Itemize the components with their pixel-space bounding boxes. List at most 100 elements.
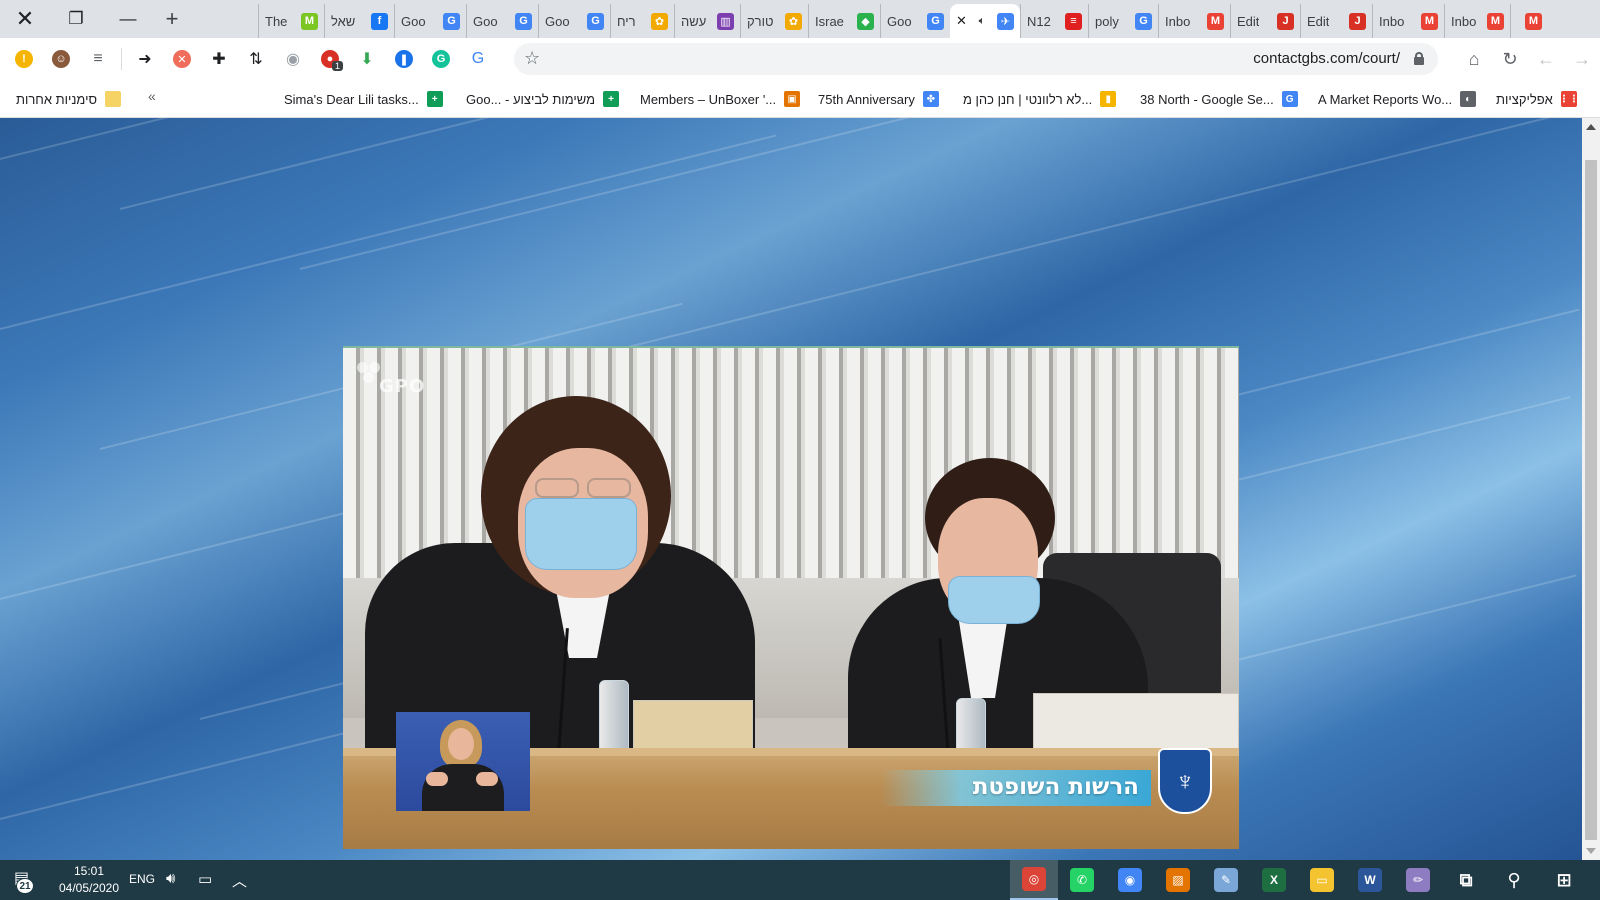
translate-extension-icon[interactable]: G: [460, 41, 496, 77]
chrome-icon: ◉: [1118, 868, 1142, 892]
start-app[interactable]: ⊞: [1540, 860, 1588, 900]
home-icon[interactable]: ⌂: [1456, 41, 1492, 77]
bookmark-item[interactable]: A Market Reports Wo... ◐: [1318, 88, 1477, 110]
tab[interactable]: Goo G: [466, 4, 538, 38]
whatsapp-app[interactable]: ✆: [1058, 860, 1106, 900]
tab[interactable]: Inbo M: [1158, 4, 1230, 38]
sort-extension-icon[interactable]: ⇅: [238, 41, 274, 77]
n12-icon: ≡: [1065, 12, 1082, 30]
scroll-down-arrow-icon[interactable]: [1586, 848, 1596, 854]
show-hidden-icons-chevron-icon[interactable]: ︿: [232, 870, 247, 891]
paint3d-app[interactable]: ✏: [1394, 860, 1442, 900]
bookmark-item[interactable]: 38 North - Google Se... G: [1140, 88, 1298, 110]
grammarly-icon[interactable]: G: [423, 41, 459, 77]
forward-arrow-icon[interactable]: →: [1564, 41, 1600, 77]
bookmarks-bar: סימניות אחרות « Sima's Dear Lili tasks..…: [0, 80, 1600, 118]
photos-app[interactable]: ▨: [1154, 860, 1202, 900]
apps-grid-icon: ⋮⋮: [1559, 91, 1579, 107]
warning-icon[interactable]: !: [6, 41, 42, 77]
page-scrollbar[interactable]: [1582, 118, 1600, 860]
bookmark-item[interactable]: 75th Anniversary ✤: [818, 88, 939, 110]
camera-extension-icon[interactable]: ◉: [275, 41, 311, 77]
court-video-player[interactable]: GPO הרשות השופטת ♆: [343, 346, 1239, 849]
bookmark-item[interactable]: אפליקציות ⋮⋮: [1496, 88, 1579, 110]
bookmarks-overflow-chevron-icon[interactable]: «: [148, 88, 156, 104]
tab-title: Inbo: [1165, 13, 1191, 29]
input-language[interactable]: ENG: [129, 872, 155, 886]
tab[interactable]: Edit J: [1300, 4, 1372, 38]
bookmark-extension-icon[interactable]: ❚: [386, 41, 422, 77]
tab[interactable]: Goo G: [538, 4, 610, 38]
address-bar[interactable]: ☆ contactgbs.com/court/: [514, 43, 1438, 75]
puzzle-extensions-icon[interactable]: ✚: [201, 41, 237, 77]
new-tab-button[interactable]: +: [154, 0, 190, 38]
tab[interactable]: שאל f: [324, 4, 394, 38]
bookmark-star-icon[interactable]: ☆: [524, 48, 540, 69]
save-extension-icon[interactable]: ⬇: [349, 41, 385, 77]
close-window-button[interactable]: ✕: [0, 0, 50, 38]
bars-icon: ▮: [1100, 91, 1117, 107]
tab-audio-icon[interactable]: 🔈︎: [979, 15, 986, 28]
whatsapp-icon: ✆: [1070, 868, 1094, 892]
adblock-extension-icon[interactable]: ● 1: [312, 41, 348, 77]
tab-title: Inbo: [1379, 13, 1405, 29]
bookmark-item[interactable]: Members – UnBoxer '... ▣: [640, 88, 801, 110]
tab[interactable]: טורק ✿: [740, 4, 808, 38]
bookmark-item[interactable]: לא רלוונטי | חנן כהן מ... ▮: [963, 88, 1117, 110]
tab-strip: ✕ ❐ — + M Inbo M Inbo M Edit J Edit J Inbo Mpoly G N…: [0, 0, 1600, 38]
clock-date: 04/05/2020: [58, 881, 120, 895]
chrome-profile-app[interactable]: ◎: [1010, 860, 1058, 900]
google-icon: G: [1135, 12, 1152, 30]
chrome-app[interactable]: ◉: [1106, 860, 1154, 900]
tab[interactable]: poly G: [1088, 4, 1158, 38]
tab[interactable]: Inbo M: [1444, 4, 1510, 38]
system-clock[interactable]: 15:01 04/05/2020: [56, 863, 122, 897]
page-background: GPO הרשות השופטת ♆: [0, 118, 1582, 860]
tab[interactable]: N12 ≡: [1020, 4, 1088, 38]
tab-title: Goo: [473, 13, 498, 29]
volume-icon[interactable]: 🔊︎: [166, 870, 175, 887]
tab-active[interactable]: ✕ 🔈︎ ✈: [950, 4, 1020, 38]
other-bookmarks[interactable]: סימניות אחרות: [16, 88, 122, 110]
tab[interactable]: Edit J: [1230, 4, 1300, 38]
lock-icon[interactable]: [1414, 52, 1424, 65]
tab[interactable]: Goo G: [880, 4, 950, 38]
close-tab-icon[interactable]: ✕: [956, 13, 967, 29]
gmail-icon: M: [1421, 12, 1438, 30]
bookmark-item[interactable]: Sima's Dear Lili tasks... +: [284, 88, 443, 110]
restore-window-button[interactable]: ❐: [50, 0, 102, 38]
paint-app[interactable]: ✎: [1202, 860, 1250, 900]
file-explorer-app[interactable]: ▭: [1298, 860, 1346, 900]
reading-list-icon[interactable]: ≡: [80, 41, 116, 77]
tab-title: Edit: [1307, 13, 1330, 29]
puzzle-extensions-icon-glyph: ✚: [212, 51, 226, 68]
search-app[interactable]: ⚲: [1490, 860, 1538, 900]
url-text[interactable]: contactgbs.com/court/: [1253, 50, 1400, 67]
scroll-up-arrow-icon[interactable]: [1586, 124, 1596, 130]
back-arrow-icon[interactable]: ←: [1528, 41, 1564, 77]
tab[interactable]: Israe ◆: [808, 4, 880, 38]
minimize-window-button[interactable]: —: [102, 0, 154, 38]
share-arrow-icon[interactable]: ➜: [127, 41, 163, 77]
tab[interactable]: עשה ▥: [674, 4, 740, 38]
bookmark-item[interactable]: Goo... - משימות לביצוע +: [466, 88, 620, 110]
bookmark-label: Sima's Dear Lili tasks...: [284, 91, 419, 107]
word-app[interactable]: W: [1346, 860, 1394, 900]
block-extension-icon[interactable]: ✕: [164, 41, 200, 77]
reload-icon[interactable]: ↻: [1492, 41, 1528, 77]
tab[interactable]: Goo G: [394, 4, 466, 38]
task-view-app[interactable]: ⧉: [1442, 860, 1490, 900]
tab[interactable]: The M: [258, 4, 324, 38]
tab[interactable]: ריח ✿: [610, 4, 674, 38]
m-green-icon: M: [301, 12, 318, 30]
profile-avatar[interactable]: ☺: [43, 41, 79, 77]
task-view-icon: ⧉: [1454, 868, 1478, 892]
network-icon[interactable]: ▭: [198, 870, 212, 888]
translate-icon: G: [587, 12, 604, 30]
tab[interactable]: Inbo M: [1372, 4, 1444, 38]
tab[interactable]: M: [1510, 4, 1548, 38]
excel-app[interactable]: X: [1250, 860, 1298, 900]
translate-icon: G: [927, 12, 944, 30]
scrollbar-thumb[interactable]: [1585, 160, 1597, 840]
toolbar-divider: [121, 48, 122, 70]
